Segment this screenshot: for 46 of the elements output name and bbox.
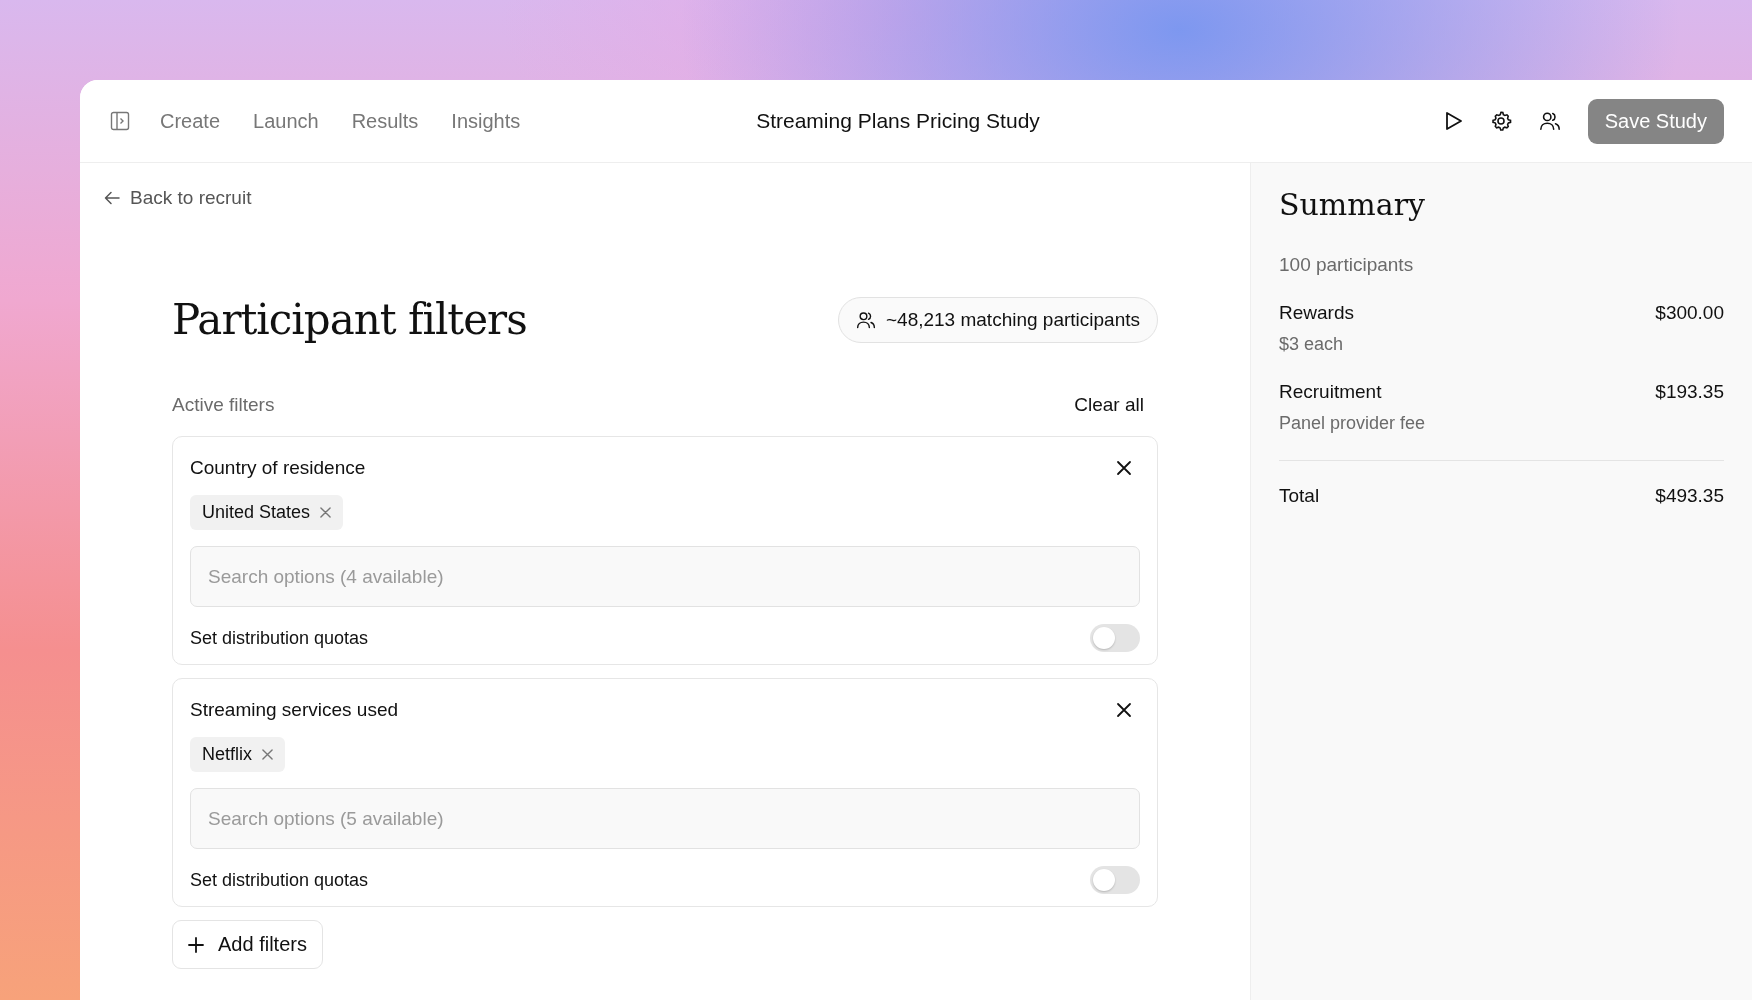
nav-tab[interactable]: Launch xyxy=(253,109,319,133)
people-icon[interactable] xyxy=(1538,110,1561,132)
section-label: Active filters xyxy=(172,394,275,416)
study-title: Streaming Plans Pricing Study xyxy=(756,109,1040,133)
cost-amount: $193.35 xyxy=(1655,381,1724,403)
cost-label: Rewards xyxy=(1279,302,1354,324)
cost-label: Recruitment xyxy=(1279,381,1382,403)
back-link[interactable]: Back to recruit xyxy=(104,187,252,209)
back-arrow-icon xyxy=(104,191,120,205)
play-icon[interactable] xyxy=(1444,111,1463,131)
remove-icon[interactable] xyxy=(262,749,273,760)
total-amount: $493.35 xyxy=(1655,485,1724,507)
participant-count: 100 participants xyxy=(1279,254,1415,276)
summary-title: Summary xyxy=(1279,187,1426,222)
clear-all-button[interactable]: Clear all xyxy=(1074,394,1144,416)
filter-name: Streaming services used xyxy=(190,699,399,721)
plus-icon xyxy=(188,936,204,953)
back-link-text[interactable]: Back to recruit xyxy=(130,187,252,209)
filter-name: Country of residence xyxy=(190,457,366,479)
close-icon[interactable] xyxy=(1116,460,1132,476)
remove-icon[interactable] xyxy=(320,507,332,518)
page-heading: Participant filters xyxy=(172,295,527,344)
tag-label[interactable]: Netflix xyxy=(202,744,252,765)
nav-tab[interactable]: Results xyxy=(351,109,419,133)
sidebar-toggle-icon[interactable] xyxy=(110,111,130,131)
cost-amount: $300.00 xyxy=(1655,302,1724,324)
filter-tag[interactable]: United States xyxy=(190,495,344,530)
add-filters-label[interactable]: Add filters xyxy=(218,933,307,956)
cost-note: Panel provider fee xyxy=(1279,413,1427,434)
search-field[interactable]: Search options (4 available) xyxy=(190,546,1140,607)
quota-label: Set distribution quotas xyxy=(190,869,369,891)
add-filters-button[interactable]: Add filters xyxy=(172,920,323,969)
toggle-switch[interactable] xyxy=(1090,624,1140,652)
people-icon xyxy=(855,309,876,330)
filter-tag[interactable]: Netflix xyxy=(190,737,285,772)
search-field[interactable]: Search options (5 available) xyxy=(190,788,1140,849)
total-label: Total xyxy=(1279,485,1320,507)
close-icon[interactable] xyxy=(1116,702,1132,718)
tag-label[interactable]: United States xyxy=(202,502,311,523)
cost-note: $3 each xyxy=(1279,334,1345,355)
match-count: ~48,213 matching participants xyxy=(885,308,1140,331)
toggle-switch[interactable] xyxy=(1090,866,1140,894)
settings-icon[interactable] xyxy=(1489,110,1512,132)
nav-tab[interactable]: Insights xyxy=(451,109,521,133)
nav-tab[interactable]: Create xyxy=(160,109,221,133)
quota-label: Set distribution quotas xyxy=(190,627,369,649)
